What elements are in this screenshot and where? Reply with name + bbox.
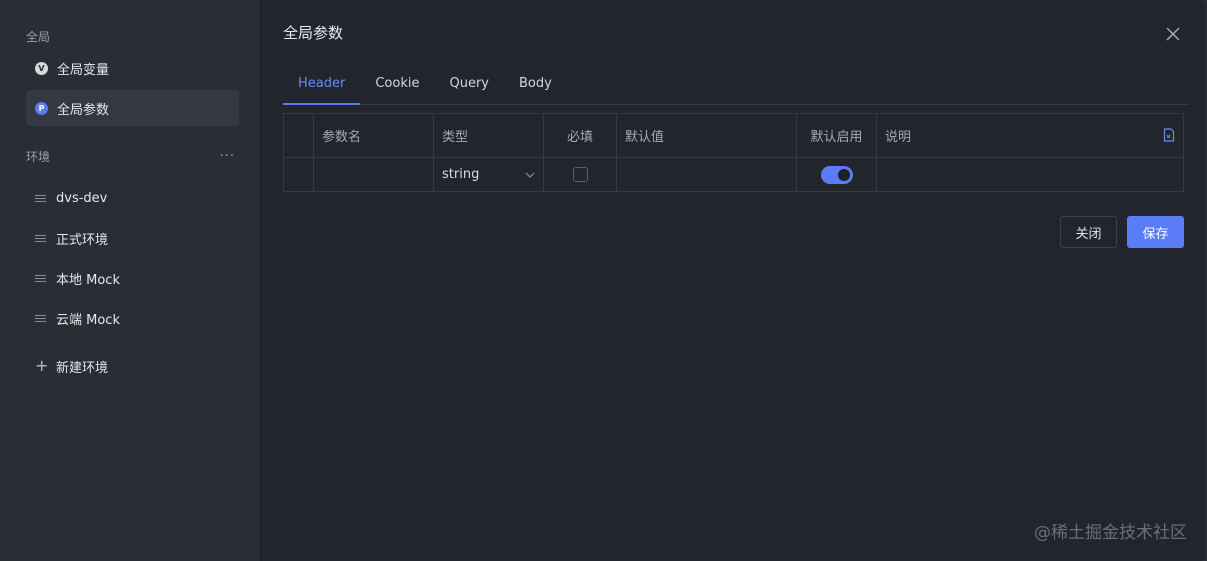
save-button[interactable]: 保存: [1127, 216, 1184, 248]
enabled-toggle[interactable]: [820, 165, 853, 184]
table-row: string: [283, 157, 1184, 192]
bulk-edit-icon[interactable]: [1163, 128, 1175, 142]
more-icon[interactable]: ···: [220, 149, 239, 164]
page-title: 全局参数: [283, 24, 344, 42]
default-value-cell[interactable]: [616, 157, 797, 192]
sidebar-item-env-production[interactable]: 正式环境: [26, 218, 239, 258]
tab-query[interactable]: Query: [434, 62, 504, 104]
sidebar-item-env-cloud-mock[interactable]: 云端 Mock: [26, 298, 239, 338]
sidebar-item-env-local-mock[interactable]: 本地 Mock: [26, 258, 239, 298]
col-header-name: 参数名: [313, 113, 434, 158]
drag-handle-icon[interactable]: [35, 194, 46, 202]
sidebar-item-label: 本地 Mock: [56, 272, 120, 288]
drag-handle-icon[interactable]: [35, 234, 46, 242]
main-panel: 全局参数 Header Cookie Query Body 参数名 类型 必填 …: [261, 0, 1205, 561]
param-type-select[interactable]: string: [433, 157, 544, 192]
sidebar-item-global-variables[interactable]: V 全局变量: [26, 50, 239, 86]
sidebar-item-label: 正式环境: [56, 232, 109, 248]
tab-body[interactable]: Body: [504, 62, 567, 104]
enabled-cell: [796, 157, 877, 192]
param-type-value: string: [442, 167, 480, 182]
close-button[interactable]: 关闭: [1060, 216, 1117, 248]
param-name-cell[interactable]: [313, 157, 434, 192]
sidebar-item-label: 云端 Mock: [56, 312, 120, 328]
sidebar-item-label: 全局参数: [57, 102, 110, 118]
add-environment-button[interactable]: + 新建环境: [26, 346, 239, 386]
row-drag-cell[interactable]: [283, 157, 314, 192]
params-table: 参数名 类型 必填 默认值 默认启用 说明 string: [283, 113, 1184, 192]
col-header-default: 默认值: [616, 113, 797, 158]
col-header-enabled: 默认启用: [796, 113, 877, 158]
v-circle-icon: V: [35, 61, 48, 75]
drag-handle-icon[interactable]: [35, 314, 46, 322]
tab-bar: Header Cookie Query Body: [283, 62, 1189, 105]
sidebar-item-env-dvs-dev[interactable]: dvs-dev: [26, 178, 239, 218]
watermark: @稀土掘金技术社区: [1034, 523, 1187, 543]
col-header-description-label: 说明: [885, 130, 912, 145]
drag-handle-icon[interactable]: [35, 274, 46, 282]
required-cell: [543, 157, 617, 192]
section-label: 环境: [26, 149, 51, 164]
section-label: 全局: [26, 29, 51, 44]
description-cell[interactable]: [876, 157, 1184, 192]
required-checkbox[interactable]: [572, 167, 588, 182]
sidebar-item-global-params[interactable]: P 全局参数: [26, 90, 239, 126]
tab-header[interactable]: Header: [283, 62, 361, 105]
sidebar-item-label: 全局变量: [57, 62, 110, 78]
add-environment-label: 新建环境: [56, 360, 109, 376]
plus-icon: +: [35, 356, 49, 375]
col-header-required: 必填: [543, 113, 617, 158]
sidebar-item-label: dvs-dev: [56, 190, 108, 206]
col-header-drag: [283, 113, 314, 158]
chevron-down-icon: [525, 172, 535, 178]
sidebar: 全局 V 全局变量 P 全局参数 环境 ··· dvs-dev 正式环境 本地 …: [5, 0, 261, 561]
global-params-modal: 全局 V 全局变量 P 全局参数 环境 ··· dvs-dev 正式环境 本地 …: [5, 0, 1205, 561]
close-icon[interactable]: [1165, 26, 1181, 42]
col-header-description: 说明: [876, 113, 1184, 158]
sidebar-section-global: 全局: [5, 22, 260, 50]
p-circle-icon: P: [35, 101, 48, 115]
tab-cookie[interactable]: Cookie: [360, 62, 434, 104]
table-header-row: 参数名 类型 必填 默认值 默认启用 说明: [283, 113, 1184, 158]
col-header-type: 类型: [433, 113, 544, 158]
sidebar-section-env: 环境 ···: [5, 142, 260, 170]
